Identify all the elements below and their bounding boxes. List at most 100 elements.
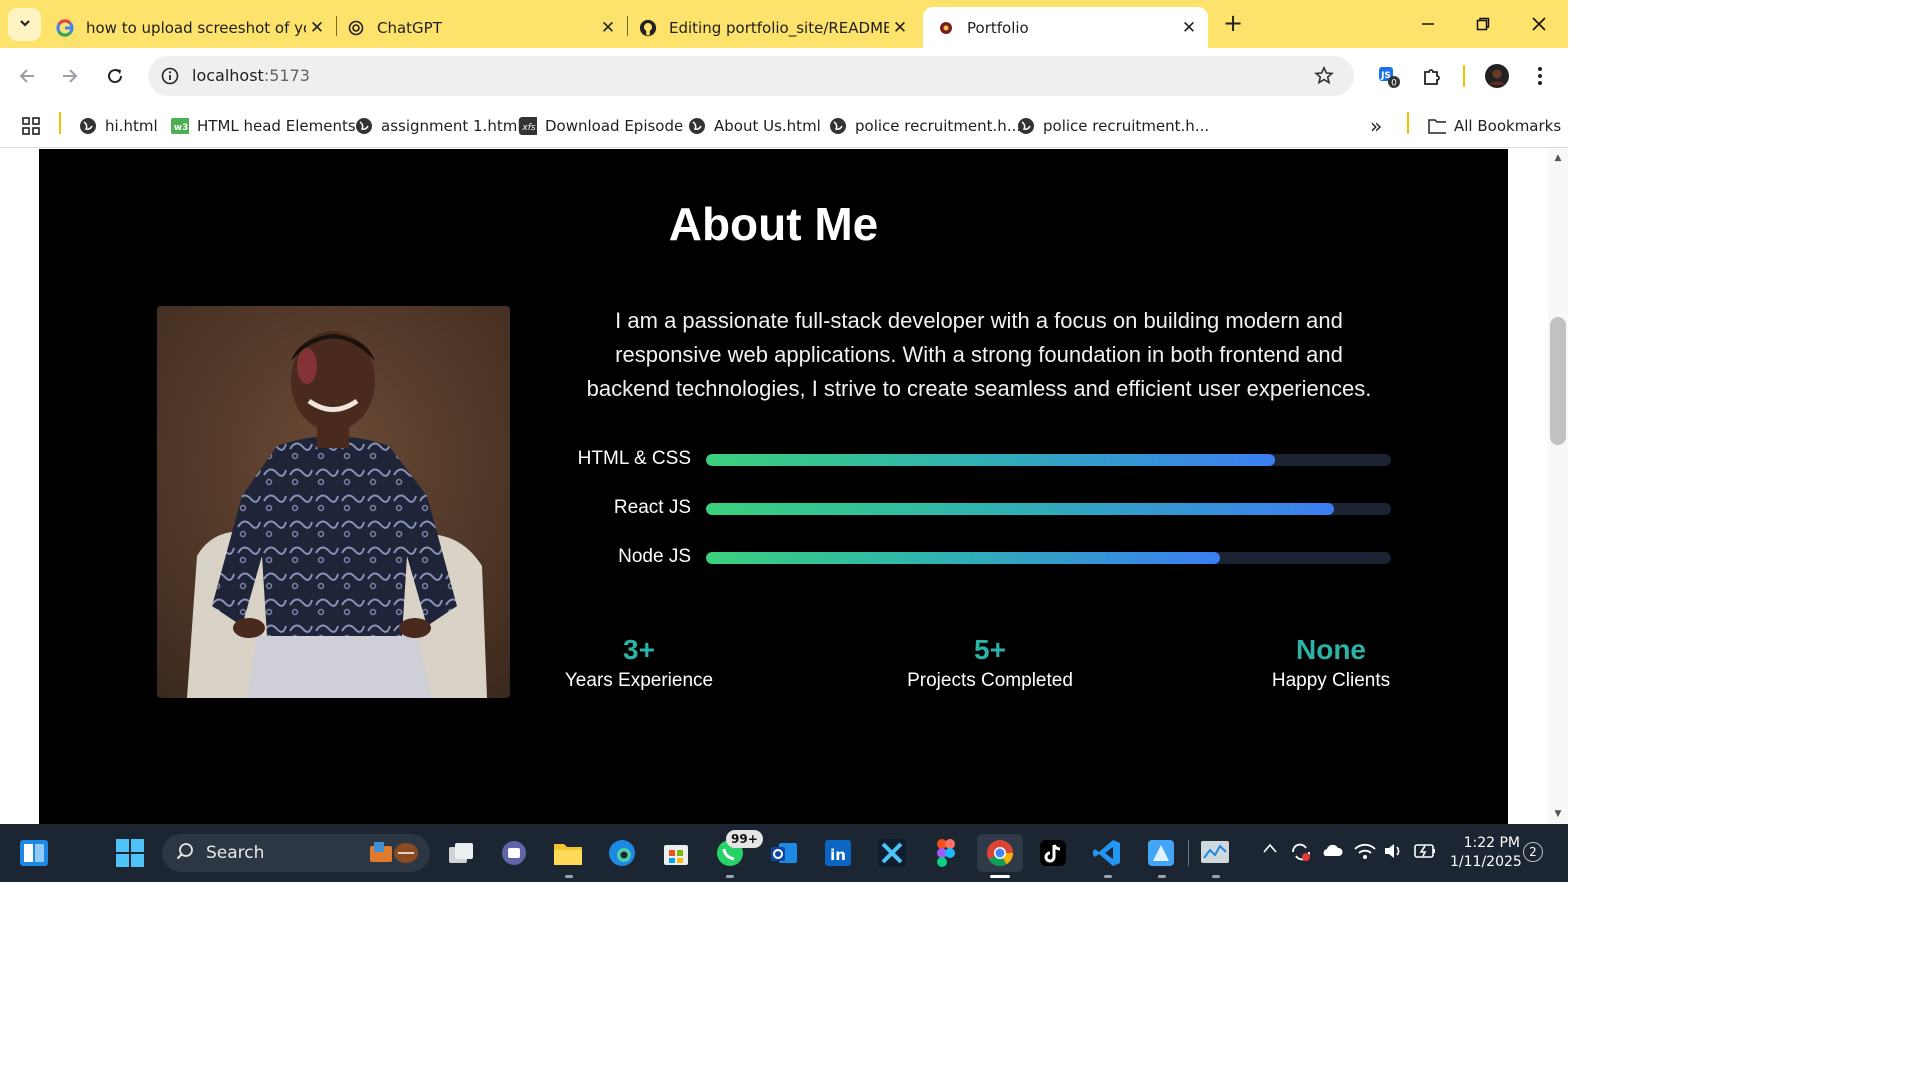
close-icon[interactable]: ✕	[889, 17, 911, 39]
svg-text:0: 0	[1391, 79, 1397, 89]
address-bar[interactable]: localhost:5173	[148, 56, 1354, 96]
task-view-icon[interactable]	[442, 834, 480, 872]
bookmark-hi-html[interactable]: hi.html	[79, 113, 158, 139]
outlook-icon[interactable]	[765, 834, 803, 872]
globe-icon	[688, 117, 706, 135]
skill-html-css: HTML & CSS	[559, 446, 1391, 476]
taskbar-search[interactable]: Search	[162, 834, 430, 872]
search-icon	[176, 842, 194, 865]
react-icon	[937, 19, 955, 37]
tray-chevron-up-icon[interactable]	[1262, 842, 1278, 858]
skill-bar-track	[706, 454, 1391, 466]
system-clock[interactable]: 1:22 PM 1/11/2025	[1450, 834, 1522, 872]
capcut-icon[interactable]	[873, 834, 911, 872]
bookmark-star-icon[interactable]	[1312, 64, 1336, 88]
stat-label: Happy Clients	[1271, 670, 1391, 691]
profile-avatar[interactable]	[1481, 60, 1513, 92]
wifi-icon[interactable]	[1354, 842, 1376, 864]
chrome-icon[interactable]	[977, 834, 1023, 872]
extensions-puzzle-icon[interactable]	[1416, 60, 1448, 92]
linkedin-icon[interactable]: in	[819, 834, 857, 872]
profile-photo	[157, 306, 510, 698]
scrollbar-thumb[interactable]	[1550, 317, 1566, 445]
tab-google[interactable]: how to upload screeshot of you ✕	[56, 7, 328, 48]
resource-monitor-icon[interactable]	[1196, 834, 1234, 872]
tab-chatgpt[interactable]: ChatGPT ✕	[347, 7, 619, 48]
new-tab-button[interactable]: +	[1219, 10, 1247, 38]
onedrive-cloud-icon[interactable]	[1320, 842, 1344, 862]
tab-github[interactable]: Editing portfolio_site/README.r ✕	[639, 7, 911, 48]
all-bookmarks-button[interactable]: All Bookmarks	[1428, 113, 1561, 139]
stat-value: 5+	[974, 634, 1006, 665]
skill-react-js: React JS	[559, 495, 1391, 525]
volume-icon[interactable]	[1383, 842, 1405, 864]
back-icon[interactable]	[11, 60, 43, 92]
azure-data-studio-icon[interactable]	[1142, 834, 1180, 872]
skill-bar-fill	[706, 552, 1220, 564]
page-title: About Me	[668, 198, 879, 250]
minimize-icon[interactable]	[1410, 8, 1446, 40]
widgets-icon[interactable]	[15, 834, 53, 872]
bookmark-police-1[interactable]: police recruitment.h...	[829, 113, 1021, 139]
battery-icon[interactable]	[1413, 842, 1437, 864]
github-icon	[639, 19, 657, 37]
vscode-icon[interactable]	[1088, 834, 1126, 872]
teams-chat-icon[interactable]	[495, 834, 533, 872]
notification-count[interactable]: 2	[1523, 842, 1543, 862]
tiktok-icon[interactable]	[1034, 834, 1072, 872]
tab-title: how to upload screeshot of you	[86, 18, 306, 37]
stat-label: Projects Completed	[907, 670, 1073, 691]
bookmarks-bar: hi.html w3 HTML head Elements assignment…	[0, 104, 1568, 148]
skill-label: Node JS	[618, 546, 691, 567]
svg-text:xfs: xfs	[521, 123, 535, 133]
skill-label: HTML & CSS	[577, 448, 691, 469]
bookmark-html-head[interactable]: w3 HTML head Elements	[171, 113, 356, 139]
bookmark-about-us[interactable]: About Us.html	[688, 113, 821, 139]
close-icon[interactable]: ✕	[306, 17, 328, 39]
window-close-icon[interactable]	[1521, 8, 1557, 40]
skill-bar-track	[706, 503, 1391, 515]
skill-bar-fill	[706, 454, 1275, 466]
extension-badge-icon[interactable]: JS 0	[1373, 60, 1405, 92]
stat-value: None	[1296, 634, 1366, 665]
forward-icon[interactable]	[54, 60, 86, 92]
close-icon[interactable]: ✕	[597, 17, 619, 39]
stat-value: 3+	[623, 634, 655, 665]
about-section: About Me I am a passionate full-stack de…	[39, 149, 1508, 824]
sync-icon[interactable]	[1290, 842, 1312, 866]
reload-icon[interactable]	[99, 60, 131, 92]
edge-icon[interactable]	[603, 834, 641, 872]
page-scrollbar[interactable]: ▲ ▼	[1548, 149, 1568, 824]
globe-icon	[829, 117, 847, 135]
tab-portfolio[interactable]: Portfolio ✕	[923, 7, 1208, 48]
svg-text:w3: w3	[174, 123, 189, 133]
bookmarks-overflow-button[interactable]: »	[1370, 113, 1382, 139]
bookmark-assignment[interactable]: assignment 1.html	[355, 113, 522, 139]
file-explorer-icon[interactable]	[549, 834, 587, 872]
skill-bar-track	[706, 552, 1391, 564]
svg-text:in: in	[830, 846, 846, 864]
tab-search-button[interactable]	[8, 8, 41, 41]
windows-start-icon[interactable]	[111, 834, 149, 872]
bookmark-police-2[interactable]: police recruitment.h...	[1017, 113, 1209, 139]
globe-icon	[79, 117, 97, 135]
tab-strip: how to upload screeshot of you ✕ ChatGPT…	[0, 0, 1568, 48]
stat-clients: None Happy Clients	[1201, 634, 1461, 692]
stat-label: Years Experience	[564, 670, 714, 691]
tab-title: Portfolio	[967, 18, 1029, 37]
apps-grid-icon[interactable]	[22, 113, 40, 139]
microsoft-store-icon[interactable]	[657, 834, 695, 872]
bio-text: I am a passionate full-stack developer w…	[586, 308, 1372, 401]
site-info-icon[interactable]	[158, 64, 182, 88]
xfs-icon: xfs	[519, 117, 537, 135]
restore-icon[interactable]	[1465, 8, 1501, 40]
close-icon[interactable]: ✕	[1178, 17, 1200, 39]
figma-icon[interactable]	[927, 834, 965, 872]
globe-icon	[1017, 117, 1035, 135]
scroll-up-icon[interactable]: ▲	[1553, 153, 1563, 163]
whatsapp-badge: 99+	[726, 830, 763, 848]
menu-kebab-icon[interactable]	[1524, 60, 1556, 92]
page-viewport: About Me I am a passionate full-stack de…	[0, 149, 1548, 824]
bookmark-download-episode[interactable]: xfs Download Episode	[519, 113, 683, 139]
scroll-down-icon[interactable]: ▼	[1553, 809, 1563, 819]
